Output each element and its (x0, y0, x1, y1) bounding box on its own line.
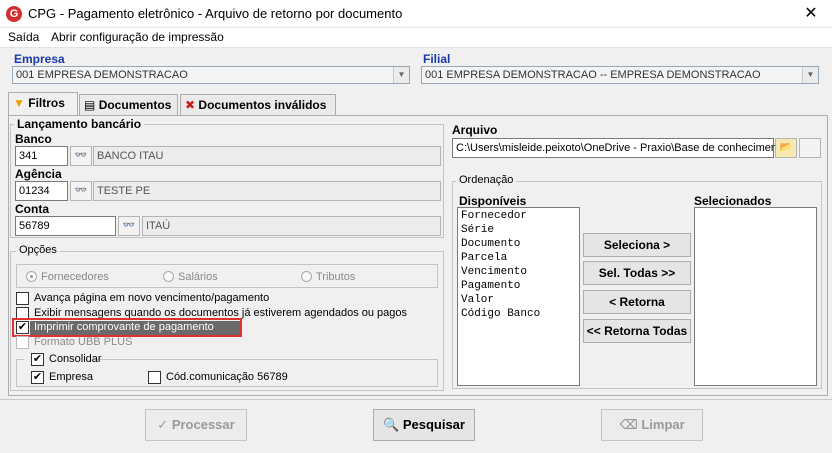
banco-name-field: BANCO ITAU (93, 146, 441, 166)
tab-documentos-invalidos-label: Documentos inválidos (198, 98, 327, 112)
filial-value: 001 EMPRESA DEMONSTRACAO -- EMPRESA DEMO… (425, 69, 761, 81)
tab-filtros-label: Filtros (28, 96, 65, 110)
conta-label: Conta (15, 202, 49, 216)
avanca-pagina-checkbox[interactable] (16, 292, 29, 305)
cod-comunicacao-label: Cód.comunicação 56789 (166, 371, 288, 383)
title-bar: G CPG - Pagamento eletrônico - Arquivo d… (0, 0, 832, 28)
formato-ubb-label: Formato UBB PLUS (34, 336, 133, 348)
radio-fornecedores[interactable]: Fornecedores (26, 271, 109, 283)
tab-documentos[interactable]: ▤ Documentos (79, 94, 178, 116)
filial-label: Filial (423, 52, 451, 66)
tab-filtros[interactable]: ▼ Filtros (8, 92, 78, 116)
empresa-value: 001 EMPRESA DEMONSTRACAO (16, 69, 188, 81)
agencia-code-input[interactable]: 01234 (15, 181, 68, 201)
retorna-todas-button[interactable]: << Retorna Todas (583, 319, 691, 343)
chevron-down-icon[interactable]: ▼ (802, 67, 818, 83)
document-icon: ▤ (84, 98, 96, 112)
binoculars-icon[interactable]: 👓 (70, 146, 92, 166)
open-folder-icon[interactable]: 📂 (775, 138, 797, 158)
list-item[interactable]: Vencimento (461, 266, 527, 278)
radio-tributos[interactable]: Tributos (301, 271, 355, 283)
conta-code-input[interactable]: 56789 (15, 216, 116, 236)
empresa-label: Empresa (14, 52, 65, 66)
binoculars-icon[interactable]: 👓 (118, 216, 140, 236)
selecionados-label: Selecionados (694, 194, 772, 208)
processar-button[interactable]: ✓ Processar (145, 409, 247, 441)
formato-ubb-checkbox[interactable] (16, 336, 29, 349)
list-item[interactable]: Pagamento (461, 280, 520, 292)
checkmark-icon: ✓ (157, 417, 169, 432)
eraser-icon: ⌫ (619, 417, 638, 432)
list-item[interactable]: Fornecedor (461, 210, 527, 222)
retorna-button[interactable]: < Retorna (583, 290, 691, 314)
pesquisar-button[interactable]: 🔍 Pesquisar (373, 409, 475, 441)
banco-code-input[interactable]: 341 (15, 146, 68, 166)
arquivo-label: Arquivo (452, 123, 498, 137)
seleciona-button[interactable]: Seleciona > (583, 233, 691, 257)
app-logo-icon: G (6, 6, 22, 22)
search-icon: 🔍 (383, 417, 400, 432)
limpar-label: Limpar (641, 417, 685, 432)
avanca-pagina-label: Avança página em novo vencimento/pagamen… (34, 292, 270, 304)
ordenacao-title: Ordenação (456, 174, 517, 186)
pesquisar-label: Pesquisar (402, 417, 465, 432)
consolidar-empresa-checkbox[interactable]: ✔ (31, 371, 44, 384)
processar-label: Processar (171, 417, 235, 432)
empresa-select[interactable]: 001 EMPRESA DEMONSTRACAO ▼ (12, 66, 410, 84)
imprimir-comprovante-label: Imprimir comprovante de pagamento (34, 321, 214, 333)
arquivo-path-input[interactable]: C:\Users\misleide.peixoto\OneDrive - Pra… (452, 138, 780, 158)
opcoes-title: Opções (16, 244, 60, 256)
list-item[interactable]: Parcela (461, 252, 507, 264)
chevron-down-icon[interactable]: ▼ (393, 67, 409, 83)
list-item[interactable]: Código Banco (461, 308, 540, 320)
disponiveis-label: Disponíveis (459, 194, 527, 208)
consolidar-empresa-label: Empresa (49, 371, 94, 383)
cod-comunicacao-checkbox[interactable] (148, 371, 161, 384)
list-item[interactable]: Valor (461, 294, 494, 306)
radio-salarios[interactable]: Salários (163, 271, 218, 283)
binoculars-icon[interactable]: 👓 (70, 181, 92, 201)
agencia-label: Agência (15, 167, 62, 181)
funnel-icon: ▼ (13, 96, 25, 110)
menu-abrir-configuracao[interactable]: Abrir configuração de impressão (51, 30, 224, 44)
list-item[interactable]: Documento (461, 238, 520, 250)
close-icon[interactable]: ✕ (796, 2, 826, 26)
window-title: CPG - Pagamento eletrônico - Arquivo de … (28, 6, 403, 21)
lancamento-bancario-title: Lançamento bancário (14, 117, 145, 131)
consolidar-label: Consolidar (49, 353, 102, 365)
limpar-button[interactable]: ⌫ Limpar (601, 409, 703, 441)
sel-todas-button[interactable]: Sel. Todas >> (583, 261, 691, 285)
agencia-name-field: TESTE PE (93, 181, 441, 201)
selecionados-listbox[interactable] (694, 207, 817, 386)
list-item[interactable]: Série (461, 224, 494, 236)
arquivo-extra-button[interactable] (799, 138, 821, 158)
banco-label: Banco (15, 132, 52, 146)
imprimir-comprovante-checkbox[interactable]: ✔ (16, 321, 29, 334)
invalid-document-icon: ✖ (185, 98, 196, 112)
tab-documentos-label: Documentos (98, 98, 172, 112)
menu-saida[interactable]: Saída (8, 30, 39, 44)
conta-name-field: ITAÚ (142, 216, 441, 236)
filial-select[interactable]: 001 EMPRESA DEMONSTRACAO -- EMPRESA DEMO… (421, 66, 819, 84)
tab-documentos-invalidos[interactable]: ✖ Documentos inválidos (180, 94, 336, 116)
menu-bar: Saída Abrir configuração de impressão (0, 28, 832, 48)
disponiveis-listbox[interactable]: Fornecedor Série Documento Parcela Venci… (457, 207, 580, 386)
bottom-divider (0, 399, 832, 400)
consolidar-checkbox[interactable]: ✔ (31, 353, 44, 366)
